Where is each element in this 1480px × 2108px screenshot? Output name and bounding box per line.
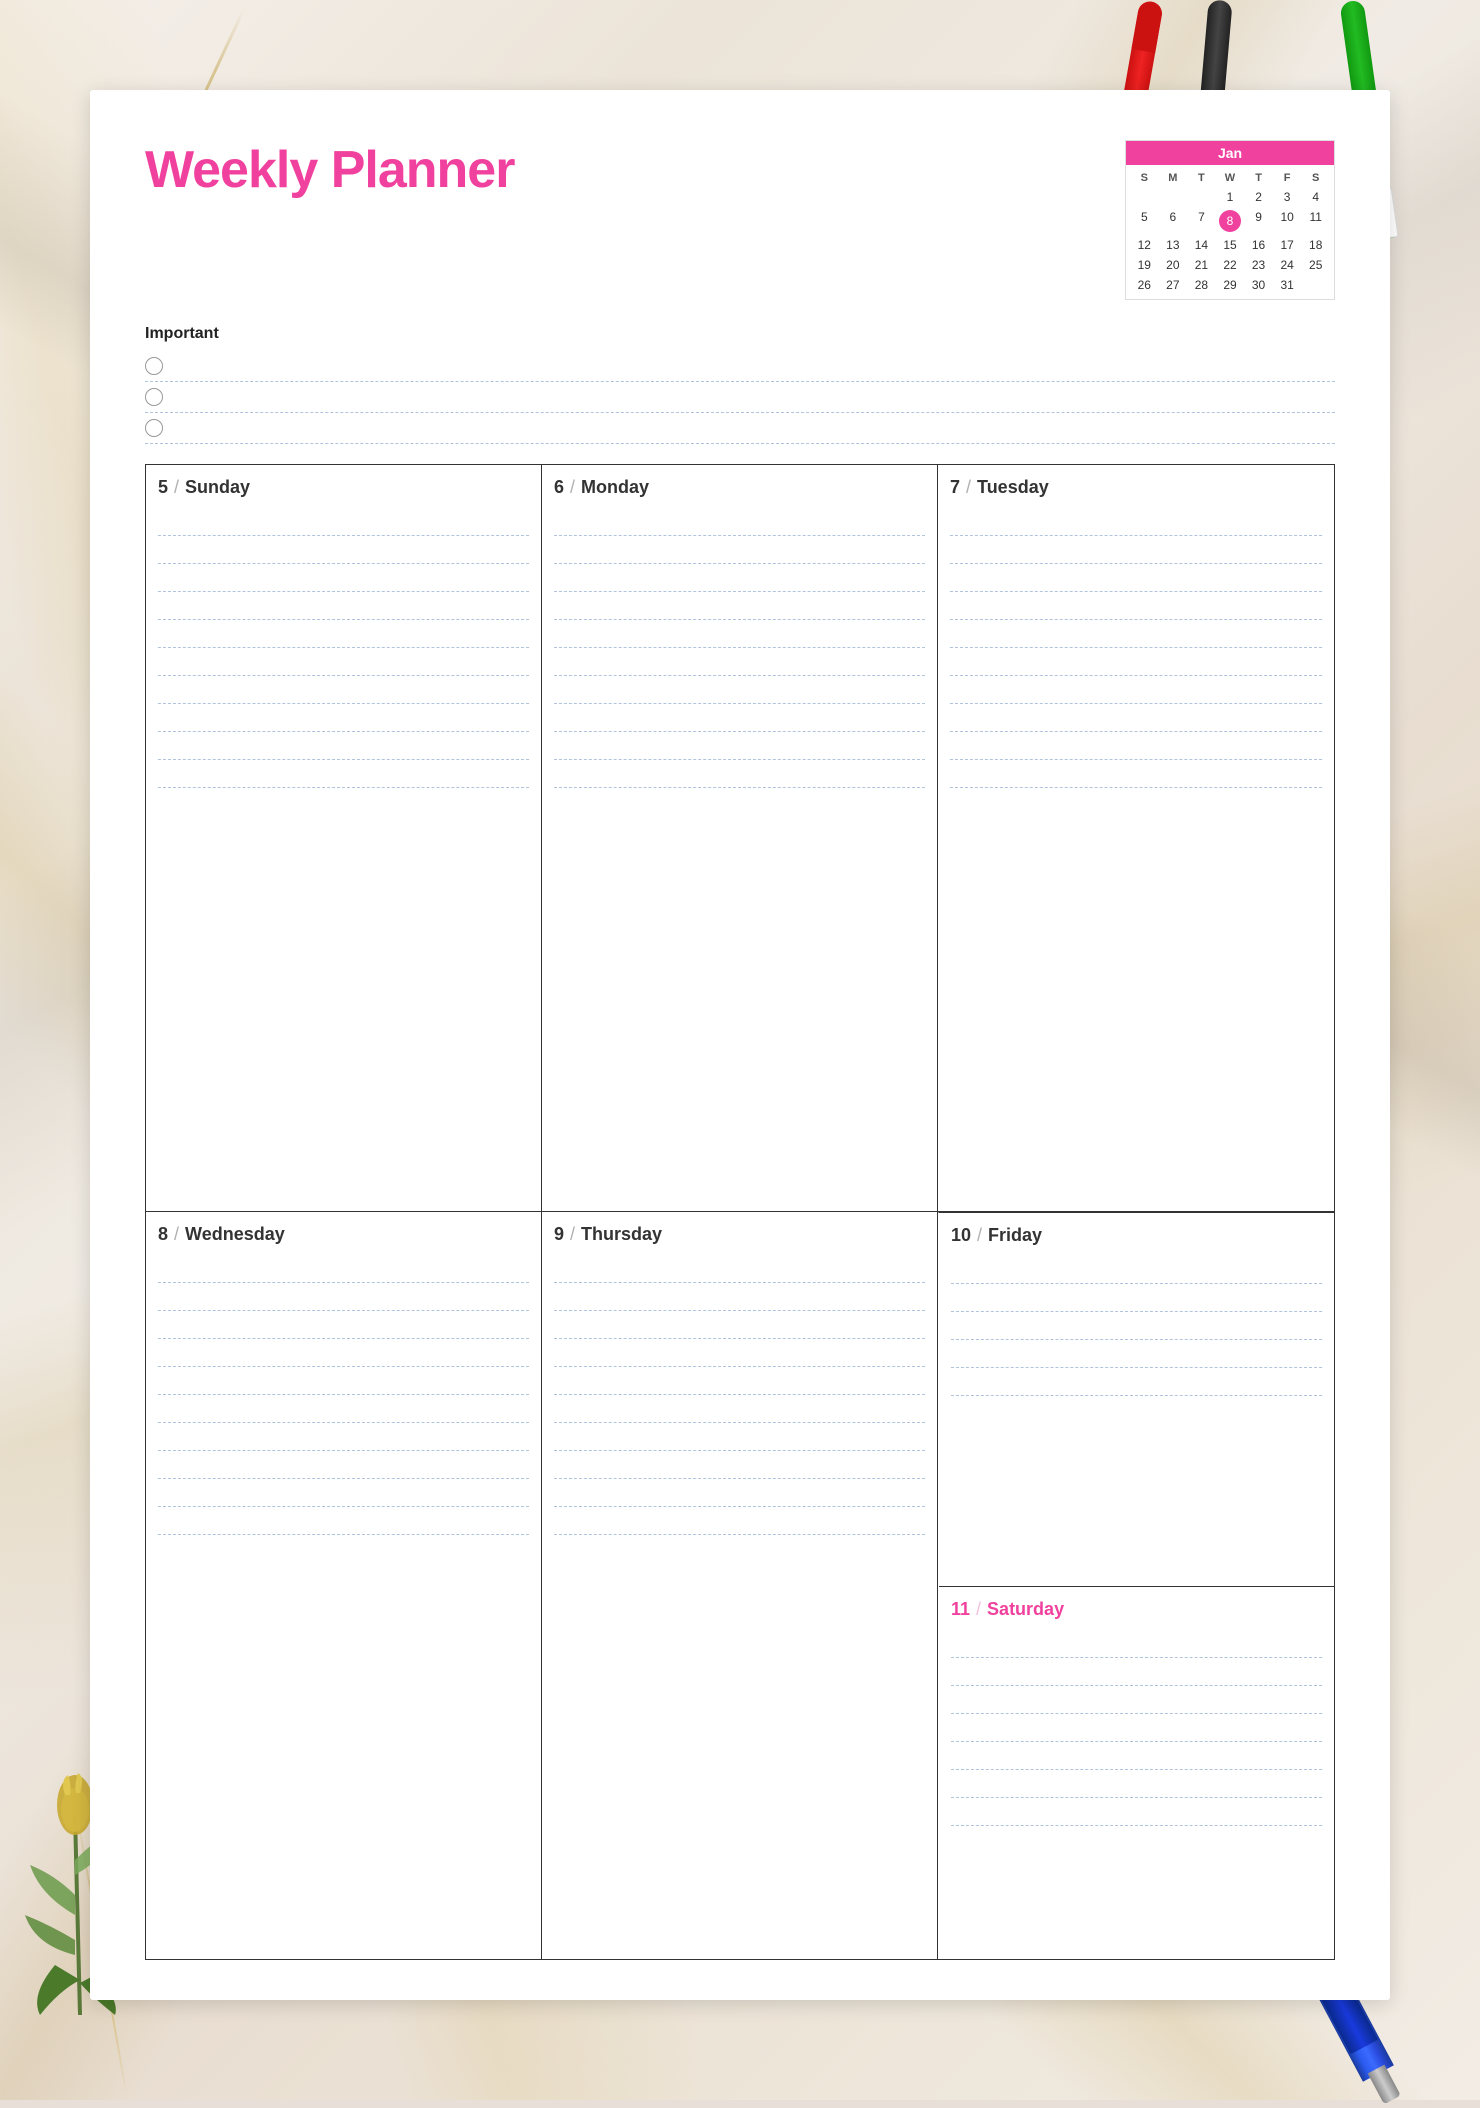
cal-header-m: M <box>1159 169 1188 187</box>
day-name-sunday: Sunday <box>185 477 250 498</box>
important-section: Important <box>145 325 1335 444</box>
day-lines-thursday <box>554 1255 925 1951</box>
day-cell-wednesday: 8 / Wednesday <box>146 1212 542 1959</box>
calendar-month-header: Jan <box>1126 141 1334 165</box>
day-lines-sunday <box>158 508 529 1203</box>
day-lines-saturday <box>951 1630 1322 1952</box>
cal-header-f: F <box>1273 169 1302 187</box>
calendar-grid: S M T W T F S 1 2 3 4 <box>1126 165 1334 299</box>
cal-header-s: S <box>1130 169 1159 187</box>
day-lines-friday <box>951 1256 1322 1578</box>
day-name-thursday: Thursday <box>581 1224 662 1245</box>
day-slash-sunday: / <box>174 477 179 498</box>
day-header-wednesday: 8 / Wednesday <box>158 1224 529 1245</box>
cal-week-2: 5 6 7 8 9 10 11 <box>1130 207 1330 235</box>
mini-calendar: Jan S M T W T F S 1 2 <box>1125 140 1335 300</box>
day-cell-sunday: 5 / Sunday <box>146 465 542 1212</box>
day-header-tuesday: 7 / Tuesday <box>950 477 1322 498</box>
day-lines-wednesday <box>158 1255 529 1951</box>
day-lines-tuesday <box>950 508 1322 1203</box>
days-grid: 5 / Sunday 6 / Monday <box>145 464 1335 1960</box>
day-number-thursday: 9 <box>554 1224 564 1245</box>
day-name-friday: Friday <box>988 1225 1042 1246</box>
day-header-friday: 10 / Friday <box>951 1225 1322 1246</box>
today-marker: 8 <box>1219 210 1241 232</box>
important-item-1 <box>145 351 1335 382</box>
cal-header-t: T <box>1187 169 1216 187</box>
day-header-saturday: 11 / Saturday <box>951 1599 1322 1620</box>
calendar-day-headers: S M T W T F S <box>1130 169 1330 187</box>
day-cell-friday: 10 / Friday <box>939 1213 1334 1587</box>
cal-week-3: 12 13 14 15 16 17 18 <box>1130 235 1330 255</box>
day-slash-wednesday: / <box>174 1224 179 1245</box>
important-item-2 <box>145 382 1335 413</box>
checkbox-3[interactable] <box>145 419 163 437</box>
day-number-tuesday: 7 <box>950 477 960 498</box>
cal-header-t2: T <box>1244 169 1273 187</box>
day-cell-monday: 6 / Monday <box>542 465 938 1212</box>
day-name-wednesday: Wednesday <box>185 1224 285 1245</box>
checkbox-2[interactable] <box>145 388 163 406</box>
day-slash-friday: / <box>977 1225 982 1246</box>
day-header-thursday: 9 / Thursday <box>554 1224 925 1245</box>
day-lines-monday <box>554 508 925 1203</box>
day-slash-thursday: / <box>570 1224 575 1245</box>
day-number-friday: 10 <box>951 1225 971 1246</box>
cal-week-5: 26 27 28 29 30 31 <box>1130 275 1330 295</box>
cal-header-s2: S <box>1301 169 1330 187</box>
day-name-saturday: Saturday <box>987 1599 1064 1620</box>
day-number-monday: 6 <box>554 477 564 498</box>
header-section: Weekly Planner Jan S M T W T F S <box>145 140 1335 300</box>
day-number-sunday: 5 <box>158 477 168 498</box>
checkbox-1[interactable] <box>145 357 163 375</box>
day-slash-tuesday: / <box>966 477 971 498</box>
day-cell-saturday: 11 / Saturday <box>939 1587 1334 1960</box>
day-cell-friday-saturday: 10 / Friday 11 / Saturday <box>938 1212 1334 1959</box>
day-header-monday: 6 / Monday <box>554 477 925 498</box>
page-title: Weekly Planner <box>145 140 514 200</box>
cal-header-w: W <box>1216 169 1245 187</box>
day-cell-tuesday: 7 / Tuesday <box>938 465 1334 1212</box>
day-header-sunday: 5 / Sunday <box>158 477 529 498</box>
day-number-saturday: 11 <box>951 1599 970 1620</box>
cal-week-1: 1 2 3 4 <box>1130 187 1330 207</box>
important-label: Important <box>145 325 1335 343</box>
day-slash-saturday: / <box>976 1599 981 1620</box>
day-name-tuesday: Tuesday <box>977 477 1049 498</box>
day-name-monday: Monday <box>581 477 649 498</box>
planner-paper: Weekly Planner Jan S M T W T F S <box>90 90 1390 2000</box>
day-slash-monday: / <box>570 477 575 498</box>
cal-week-4: 19 20 21 22 23 24 25 <box>1130 255 1330 275</box>
important-item-3 <box>145 413 1335 444</box>
day-cell-thursday: 9 / Thursday <box>542 1212 938 1959</box>
day-number-wednesday: 8 <box>158 1224 168 1245</box>
